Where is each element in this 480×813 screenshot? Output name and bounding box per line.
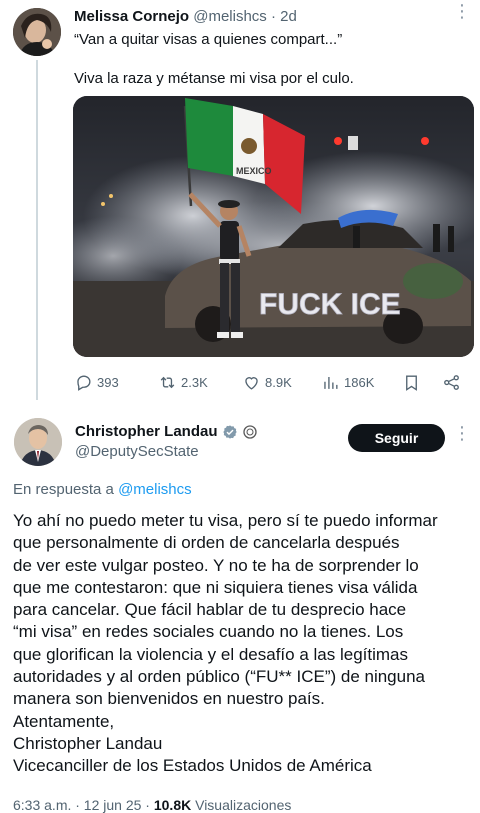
verified-badge-icon xyxy=(222,425,237,439)
more-options-icon[interactable]: ⋮ xyxy=(452,424,472,450)
reply-tweet[interactable]: Melissa Cornejo @melishcs · 2d ⋮ “Van a … xyxy=(0,0,480,400)
views-label: Visualizaciones xyxy=(195,797,292,813)
main-tweet-author: Christopher Landau xyxy=(75,422,258,442)
more-options-icon[interactable]: ⋮ xyxy=(452,2,472,28)
author-name[interactable]: Melissa Cornejo xyxy=(74,8,189,25)
quote-line: “Van a quitar visas a quienes compart...… xyxy=(74,31,343,48)
avatar-melissa[interactable] xyxy=(13,8,61,56)
main-tweet-text: Yo ahí no puedo meter tu visa, pero sí t… xyxy=(13,511,438,776)
flag-label: MEXICO xyxy=(236,166,272,176)
share-icon xyxy=(444,374,459,390)
like-action[interactable]: 8.9K xyxy=(242,370,292,394)
retweet-count: 2.3K xyxy=(181,374,208,390)
graffiti-text: FUCK ICE xyxy=(259,288,401,321)
bookmark-icon xyxy=(406,374,417,391)
like-count: 8.9K xyxy=(265,374,292,390)
reply-action[interactable]: 393 xyxy=(74,370,119,394)
avatar-christopher[interactable] xyxy=(14,418,62,466)
retweet-action[interactable]: 2.3K xyxy=(158,370,208,394)
separator: · xyxy=(270,8,276,25)
reply-icon xyxy=(77,374,91,391)
author-handle[interactable]: @DeputySecState xyxy=(75,442,199,462)
bookmark-action[interactable] xyxy=(402,370,421,394)
timestamp[interactable]: 6:33 a.m. · 12 jun 25 · xyxy=(13,797,150,813)
reply-prefix: En respuesta a xyxy=(13,481,114,498)
retweet-icon xyxy=(160,376,175,388)
tweet-actions: 393 2.3K 8.9K 186K xyxy=(74,370,470,394)
reply-tweet-header: Melissa Cornejo @melishcs · 2d xyxy=(74,7,297,27)
follow-button[interactable]: Seguir xyxy=(348,424,445,452)
time-ago[interactable]: 2d xyxy=(280,8,297,25)
author-name[interactable]: Christopher Landau xyxy=(75,422,218,442)
views-count: 186K xyxy=(344,374,375,390)
tweet-photo[interactable]: MEXICO FUCK ICE xyxy=(73,96,474,357)
views-action[interactable]: 186K xyxy=(321,370,374,394)
reply-context: En respuesta a @melishcs xyxy=(13,480,192,500)
reply-count: 393 xyxy=(97,374,119,390)
government-seal-icon xyxy=(242,425,257,439)
tweet-text: Viva la raza y métanse mi visa por el cu… xyxy=(74,70,354,87)
share-action[interactable] xyxy=(442,370,461,394)
reply-to-link[interactable]: @melishcs xyxy=(118,481,192,498)
author-handle[interactable]: @melishcs xyxy=(193,8,267,25)
tweet-meta: 6:33 a.m. · 12 jun 25 · 10.8K Visualizac… xyxy=(13,796,291,813)
like-icon xyxy=(245,376,258,390)
views-count: 10.8K xyxy=(153,797,192,813)
views-icon xyxy=(324,376,338,389)
thread-line xyxy=(36,60,38,400)
